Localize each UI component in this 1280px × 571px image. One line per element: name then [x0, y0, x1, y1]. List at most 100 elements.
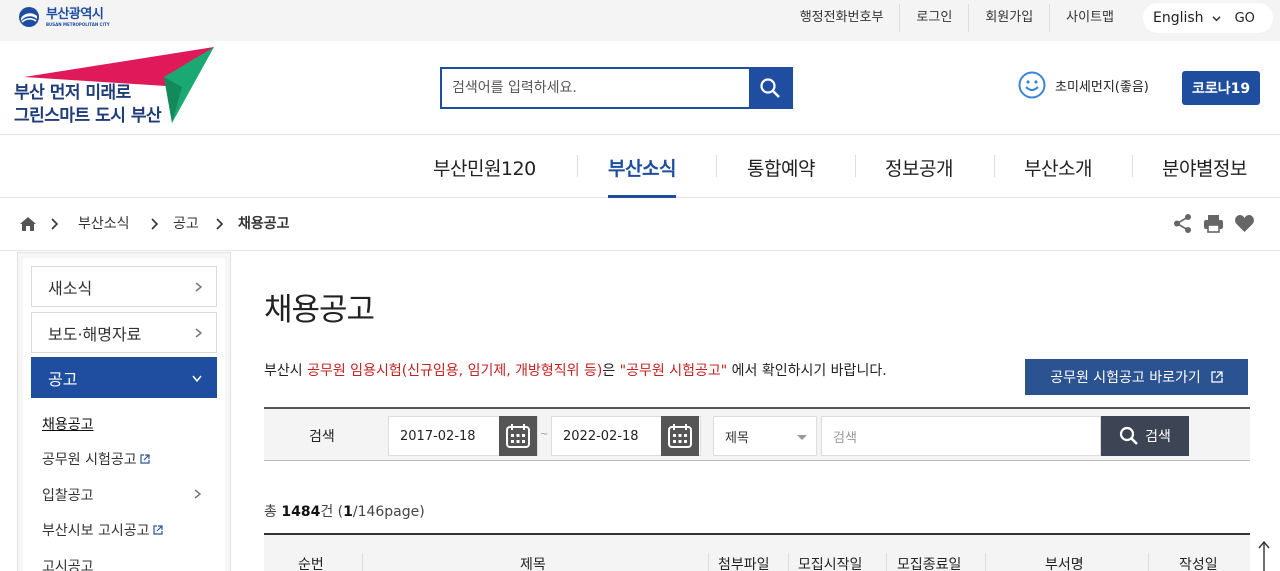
column-header-attachment: 첨부파일 [718, 557, 770, 571]
covid19-button[interactable]: 코로나19 [1182, 71, 1260, 105]
page-tools [1172, 213, 1255, 234]
result-count: 1484 [281, 504, 321, 520]
column-header-start-date: 모집시작일 [798, 557, 863, 571]
breadcrumb-item[interactable]: 공고 [173, 213, 199, 233]
gnb-item-news[interactable]: 부산소식 [608, 136, 676, 198]
util-link-login[interactable]: 로그인 [899, 4, 968, 32]
site-search-input[interactable] [442, 69, 749, 107]
column-divider [708, 553, 709, 571]
result-summary: 총 1484건 (1/146page) [264, 501, 425, 521]
air-quality-label: 초미세먼지(좋음) [1055, 79, 1149, 95]
lnb-sub-bid[interactable]: 입찰공고 [42, 485, 201, 505]
search-form: 검색 2017-02-18 ~ 2022-02-18 제목 검색 검색 [264, 407, 1250, 461]
chevron-down-icon [192, 375, 202, 382]
util-link-sitemap[interactable]: 사이트맵 [1049, 4, 1130, 32]
keyword-input[interactable]: 검색 [821, 416, 1101, 456]
external-link-icon [140, 454, 150, 464]
lnb-sub-announcement[interactable]: 고시공고 [42, 556, 94, 571]
lnb-sub-label: 입찰공고 [42, 488, 94, 504]
gnb-item-civil[interactable]: 부산민원120 [433, 136, 536, 198]
busan-logo-small[interactable]: 부산광역시 BUSAN METROPOLITAN CITY [16, 6, 110, 28]
column-divider [788, 553, 789, 571]
gnb-item-fields[interactable]: 분야별정보 [1162, 136, 1247, 198]
notice-highlight: 공무원 임용시험(신규임용, 임기제, 개방형직위 등) [307, 363, 603, 379]
lnb-menu-notice[interactable]: 공고 [31, 357, 217, 398]
print-icon[interactable] [1203, 213, 1224, 234]
site-search [440, 67, 793, 109]
lnb-menu-label: 새소식 [48, 278, 93, 298]
gnb-item-reservation[interactable]: 통합예약 [747, 136, 815, 198]
column-header-date: 작성일 [1179, 557, 1218, 571]
home-icon[interactable] [19, 215, 37, 233]
side-navigation: 새소식 보도·해명자료 공고 채용공고 공무원 시험공고 입찰공고 부산시보 고… [17, 252, 231, 571]
chevron-right-icon [195, 282, 202, 292]
search-submit-button[interactable]: 검색 [1101, 416, 1189, 456]
slogan-line-1: 부산 먼저 미래로 [14, 83, 131, 103]
chevron-right-icon [216, 218, 223, 230]
lnb-sub-gazette[interactable]: 부산시보 고시공고 [42, 520, 163, 540]
summary-part: 총 [264, 504, 282, 520]
share-icon[interactable] [1172, 213, 1193, 234]
search-form-label: 검색 [309, 429, 335, 445]
search-icon [760, 78, 780, 98]
column-divider [362, 553, 363, 571]
external-link-icon [152, 525, 163, 535]
summary-part: /146page) [352, 504, 425, 520]
language-select[interactable]: English GO [1143, 3, 1273, 33]
air-quality[interactable]: 초미세먼지(좋음) [1018, 71, 1149, 99]
lnb-sub-label: 공무원 시험공고 [42, 452, 137, 468]
heart-icon[interactable] [1234, 213, 1255, 234]
scroll-to-top-arrow-icon[interactable] [1258, 540, 1270, 571]
lnb-menu-label: 보도·해명자료 [48, 324, 142, 344]
logo-subtext: BUSAN METROPOLITAN CITY [46, 21, 110, 27]
gnb-divider [577, 155, 578, 177]
notice-part: 에서 확인하시기 바랍니다. [727, 363, 887, 379]
breadcrumb-item[interactable]: 부산소식 [78, 213, 130, 233]
chevron-down-icon [1211, 15, 1221, 21]
logo-text: 부산광역시 [46, 6, 104, 22]
lnb-menu-news[interactable]: 새소식 [31, 266, 217, 307]
gnb-divider [716, 155, 717, 177]
shortcut-label: 공무원 시험공고 바로가기 [1050, 370, 1201, 386]
table-header: 순번 제목 첨부파일 모집시작일 모집종료일 부서명 작성일 [264, 533, 1250, 571]
calendar-icon [506, 424, 530, 448]
gnb-divider [994, 155, 995, 177]
utility-bar: 부산광역시 BUSAN METROPOLITAN CITY 행정전화번호부 로그… [0, 0, 1280, 41]
breadcrumb-current: 채용공고 [238, 216, 290, 232]
site-search-button[interactable] [749, 69, 791, 107]
lnb-menu-label: 공고 [48, 369, 78, 389]
gnb-item-disclosure[interactable]: 정보공개 [885, 136, 953, 198]
column-header-title: 제목 [520, 557, 546, 571]
search-icon [1120, 426, 1139, 445]
notice-part: 은 [602, 363, 620, 379]
busan-logo-icon [19, 7, 39, 27]
gnb-divider [855, 155, 856, 177]
util-link-phonebook[interactable]: 행정전화번호부 [784, 4, 900, 32]
column-divider [886, 553, 887, 571]
breadcrumb: 부산소식 공고 채용공고 [0, 199, 1280, 251]
current-page: 1 [343, 504, 353, 520]
util-link-signup[interactable]: 회원가입 [968, 4, 1049, 32]
language-go-button[interactable]: GO [1235, 11, 1255, 26]
start-date-calendar-button[interactable] [499, 416, 537, 456]
date-range-separator: ~ [540, 429, 549, 440]
column-divider [985, 553, 986, 571]
exam-notice-shortcut-button[interactable]: 공무원 시험공고 바로가기 [1025, 359, 1248, 395]
lnb-sub-recruit[interactable]: 채용공고 [42, 414, 94, 434]
end-date-calendar-button[interactable] [661, 416, 699, 456]
main-logo[interactable]: 부산 먼저 미래로 그린스마트 도시 부산 [14, 47, 219, 126]
chevron-right-icon [151, 218, 158, 230]
column-header-department: 부서명 [1045, 557, 1084, 571]
search-submit-label: 검색 [1145, 429, 1171, 445]
chevron-right-icon [195, 328, 202, 338]
lnb-sub-exam[interactable]: 공무원 시험공고 [42, 449, 150, 469]
lnb-sub-label: 부산시보 고시공고 [42, 523, 150, 539]
gnb-divider [1132, 155, 1133, 177]
smile-face-icon [1018, 71, 1046, 99]
search-field-select[interactable]: 제목 [713, 416, 817, 456]
lnb-menu-press[interactable]: 보도·해명자료 [31, 312, 217, 353]
column-divider [1148, 553, 1149, 571]
search-field-value: 제목 [725, 430, 749, 446]
notice-part: 부산시 [264, 363, 308, 379]
gnb-item-about[interactable]: 부산소개 [1024, 136, 1092, 198]
